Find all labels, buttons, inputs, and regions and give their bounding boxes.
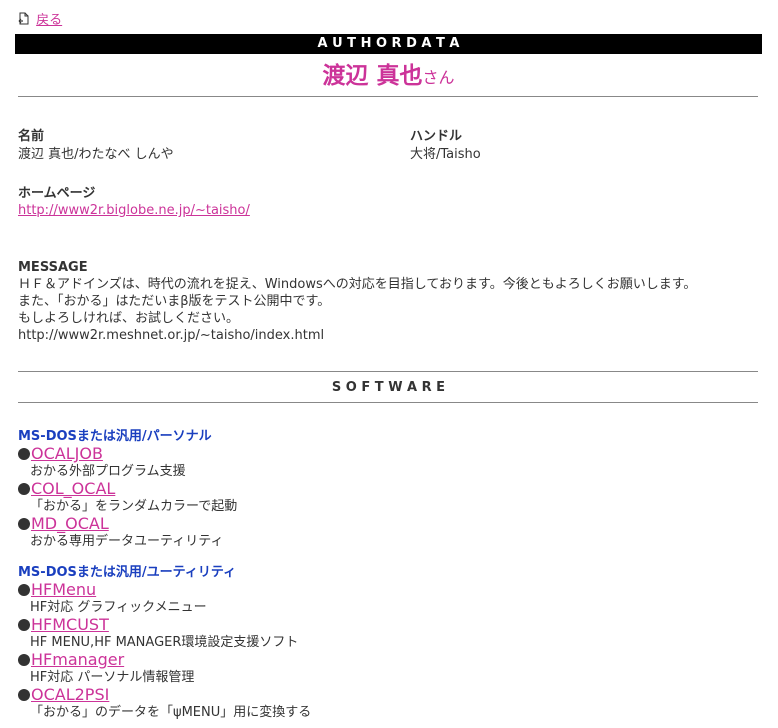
message-line: また、「おかる」はただいまβ版をテスト公開中です。	[18, 294, 331, 309]
bullet-icon	[18, 619, 30, 631]
back-link[interactable]: 戻る	[36, 13, 62, 28]
software-item: MD_OCAL	[18, 515, 758, 533]
software-category: MS-DOSまたは汎用/ユーティリティ HFMenu HF対応 グラフィックメニ…	[18, 564, 758, 721]
divider	[18, 371, 758, 372]
author-name: 渡辺 真也	[322, 63, 423, 89]
handle-value: 大将/Taisho	[410, 147, 481, 162]
software-item: OCALJOB	[18, 445, 758, 463]
bullet-icon	[18, 654, 30, 666]
bullet-icon	[18, 518, 30, 530]
back-page-icon	[18, 12, 29, 25]
message-line: http://www2r.meshnet.or.jp/~taisho/index…	[18, 328, 325, 343]
message-label: MESSAGE	[18, 260, 88, 275]
name-label: 名前	[18, 129, 45, 144]
software-item: HFMCUST	[18, 616, 758, 634]
divider	[18, 402, 758, 403]
message-line: もしよろしければ、お試しください。	[18, 311, 240, 326]
homepage-label: ホームページ	[18, 186, 96, 201]
divider	[18, 96, 758, 97]
software-desc: 「おかる」をランダムカラーで起動	[30, 499, 238, 514]
software-heading: S O F T W A R E	[331, 380, 446, 395]
software-desc: おかる専用データユーティリティ	[30, 534, 224, 549]
category-title: MS-DOSまたは汎用/パーソナル	[18, 429, 212, 444]
software-desc: HF MENU,HF MANAGER環境設定支援ソフト	[30, 635, 299, 650]
handle-label: ハンドル	[410, 129, 463, 144]
bullet-icon	[18, 448, 30, 460]
software-link[interactable]: MD_OCAL	[31, 514, 109, 533]
software-link[interactable]: HFmanager	[31, 650, 124, 669]
back-link-row: 戻る	[18, 12, 62, 30]
bullet-icon	[18, 689, 30, 701]
software-link[interactable]: HFMCUST	[31, 615, 109, 634]
software-item: OCAL2PSI	[18, 686, 758, 704]
homepage-value: http://www2r.biglobe.ne.jp/~taisho/	[18, 202, 250, 219]
author-data-banner: A U T H O R D A T A	[15, 34, 762, 54]
category-title: MS-DOSまたは汎用/ユーティリティ	[18, 565, 237, 580]
bullet-icon	[18, 584, 30, 596]
software-item: COL_OCAL	[18, 480, 758, 498]
software-item: HFMenu	[18, 581, 758, 599]
author-name-suffix: さん	[422, 68, 455, 87]
name-value: 渡辺 真也/わたなべ しんや	[18, 147, 174, 162]
software-desc: 「おかる」のデータを「ψMENU」用に変換する	[30, 705, 312, 720]
software-desc: HF対応 グラフィックメニュー	[30, 600, 207, 615]
software-link[interactable]: OCALJOB	[31, 444, 103, 463]
software-desc: HF対応 パーソナル情報管理	[30, 670, 195, 685]
software-desc: おかる外部プログラム支援	[30, 464, 186, 479]
author-name-heading: 渡辺 真也さん	[15, 60, 762, 94]
homepage-link[interactable]: http://www2r.biglobe.ne.jp/~taisho/	[18, 203, 250, 218]
software-category: MS-DOSまたは汎用/パーソナル OCALJOB おかる外部プログラム支援 C…	[18, 428, 758, 550]
software-link[interactable]: HFMenu	[31, 580, 96, 599]
bullet-icon	[18, 483, 30, 495]
software-link[interactable]: COL_OCAL	[31, 479, 115, 498]
software-link[interactable]: OCAL2PSI	[31, 685, 109, 704]
message-line: ＨＦ＆アドインズは、時代の流れを捉え、Windowsへの対応を目指しております。…	[18, 277, 697, 292]
software-item: HFmanager	[18, 651, 758, 669]
message-body: ＨＦ＆アドインズは、時代の流れを捉え、Windowsへの対応を目指しております。…	[18, 276, 758, 344]
